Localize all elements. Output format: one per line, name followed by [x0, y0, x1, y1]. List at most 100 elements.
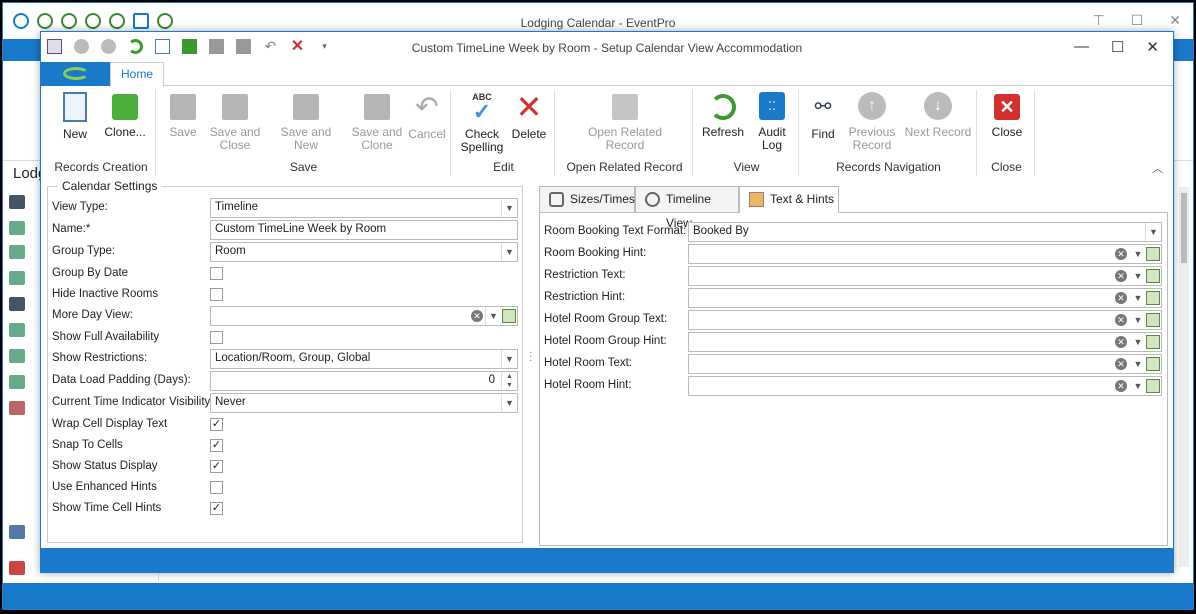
show-full-availability-checkbox[interactable]: [210, 331, 223, 344]
pin-icon[interactable]: [9, 561, 25, 575]
view-type-select[interactable]: Timeline ▼: [210, 198, 518, 218]
tab-home[interactable]: Home: [110, 62, 164, 87]
use-enhanced-hints-checkbox[interactable]: [210, 481, 223, 494]
file-tab[interactable]: [41, 62, 110, 86]
hotel-room-text-field[interactable]: ✕ ▼: [688, 354, 1162, 374]
edit-list-icon[interactable]: [1146, 313, 1160, 327]
outer-scrollbar[interactable]: [1179, 187, 1189, 567]
chevron-down-icon[interactable]: ▼: [501, 243, 517, 261]
new-button[interactable]: New: [55, 92, 95, 141]
chevron-down-icon[interactable]: ▼: [1131, 377, 1145, 395]
find-button[interactable]: ⚯ Find: [805, 92, 841, 141]
restore-icon[interactable]: ⊤: [1093, 12, 1105, 29]
binoculars-icon[interactable]: [9, 195, 25, 209]
chevron-down-icon[interactable]: ▼: [1131, 245, 1145, 263]
calendar-icon[interactable]: [9, 221, 25, 235]
ribbon-group-save: Save Save and Close Save and New Save an…: [157, 90, 451, 176]
edit-list-icon[interactable]: [502, 309, 516, 323]
edit-list-icon[interactable]: [1146, 335, 1160, 349]
clear-icon[interactable]: ✕: [1115, 270, 1127, 282]
restriction-hint-field[interactable]: ✕ ▼: [688, 288, 1162, 308]
chevron-down-icon[interactable]: ▼: [1131, 333, 1145, 351]
maximize-icon[interactable]: ☐: [1111, 38, 1124, 56]
save-button[interactable]: Save: [163, 92, 203, 139]
data-load-padding-spinner[interactable]: 0 ▲ ▼: [210, 371, 518, 391]
room-booking-text-format-select[interactable]: Booked By ▼: [688, 222, 1162, 242]
open-related-record-button[interactable]: Open Related Record: [577, 92, 673, 152]
more-day-view-select[interactable]: ✕ ▼: [210, 306, 518, 326]
close-icon[interactable]: ✕: [1146, 38, 1159, 56]
chevron-down-icon[interactable]: ▼: [1131, 267, 1145, 285]
grid-icon[interactable]: [9, 349, 25, 363]
edit-list-icon[interactable]: [1146, 357, 1160, 371]
calendar-icon[interactable]: [9, 245, 25, 259]
clone-button[interactable]: Clone...: [99, 92, 151, 139]
chevron-down-icon[interactable]: ▼: [485, 307, 501, 325]
clear-icon[interactable]: ✕: [1115, 314, 1127, 326]
tab-sizes-times[interactable]: Sizes/Times: [539, 186, 635, 212]
scrollbar-thumb[interactable]: [1181, 193, 1187, 263]
refresh-button[interactable]: Refresh: [701, 92, 745, 139]
chevron-down-icon[interactable]: ▼: [501, 394, 517, 412]
restriction-text-field[interactable]: ✕ ▼: [688, 266, 1162, 286]
binoculars-icon[interactable]: [9, 297, 25, 311]
maximize-icon[interactable]: ☐: [1131, 12, 1144, 29]
chevron-down-icon[interactable]: ▼: [1131, 311, 1145, 329]
room-booking-text-format-row: Room Booking Text Format: Booked By ▼: [544, 222, 1164, 242]
edit-list-icon[interactable]: [1146, 291, 1160, 305]
clear-icon[interactable]: ✕: [1115, 292, 1127, 304]
next-record-button[interactable]: ↓ Next Record: [903, 92, 973, 139]
chevron-down-icon[interactable]: ▼: [1145, 223, 1161, 241]
current-time-indicator-select[interactable]: Never ▼: [210, 393, 518, 413]
collapse-ribbon-icon[interactable]: ︿: [1152, 160, 1163, 176]
show-restrictions-select[interactable]: Location/Room, Group, Global ▼: [210, 349, 518, 369]
hotel-room-hint-field[interactable]: ✕ ▼: [688, 376, 1162, 396]
save-and-clone-button[interactable]: Save and Clone: [347, 92, 407, 152]
wrap-cell-display-text-checkbox[interactable]: ✓: [210, 418, 223, 431]
hotel-room-group-text-field[interactable]: ✕ ▼: [688, 310, 1162, 330]
edit-list-icon[interactable]: [1146, 379, 1160, 393]
check-spelling-button[interactable]: ABC ✓ Check Spelling: [459, 92, 505, 154]
clear-icon[interactable]: ✕: [1115, 380, 1127, 392]
hotel-room-group-hint-field[interactable]: ✕ ▼: [688, 332, 1162, 352]
edit-list-icon[interactable]: [1146, 269, 1160, 283]
setup-dialog: ↶ ✕ ▾ Custom TimeLine Week by Room - Set…: [40, 31, 1174, 573]
close-button[interactable]: ✕ Close: [985, 92, 1029, 139]
close-icon[interactable]: ✕: [1169, 12, 1181, 29]
calendar-icon[interactable]: [9, 271, 25, 285]
tab-text-hints[interactable]: Text & Hints: [739, 186, 839, 213]
hide-inactive-rooms-checkbox[interactable]: [210, 288, 223, 301]
room-booking-hint-field[interactable]: ✕ ▼: [688, 244, 1162, 264]
show-status-display-checkbox[interactable]: ✓: [210, 460, 223, 473]
clear-icon[interactable]: ✕: [1115, 358, 1127, 370]
chevron-down-icon[interactable]: ▼: [501, 350, 517, 368]
save-and-new-button[interactable]: Save and New: [269, 92, 343, 152]
chevron-down-icon[interactable]: ▼: [1131, 289, 1145, 307]
home-icon[interactable]: [9, 525, 25, 539]
cancel-button[interactable]: ↶ Cancel: [407, 92, 447, 141]
snap-to-cells-row: Snap To Cells ✓: [52, 436, 518, 456]
chevron-down-icon[interactable]: ▼: [1131, 355, 1145, 373]
save-and-close-button[interactable]: Save and Close: [209, 92, 261, 152]
previous-record-button[interactable]: ↑ Previous Record: [847, 92, 897, 152]
clear-icon[interactable]: ✕: [1115, 248, 1127, 260]
spinner-arrows-icon[interactable]: ▲ ▼: [501, 372, 517, 390]
tab-timeline-view[interactable]: Timeline View: [635, 186, 739, 230]
audit-log-button[interactable]: ⁚⁚ Audit Log: [751, 92, 793, 152]
name-field[interactable]: Custom TimeLine Week by Room: [210, 220, 518, 240]
edit-list-icon[interactable]: [1146, 247, 1160, 261]
calendar-icon[interactable]: [9, 401, 25, 415]
battery-icon[interactable]: [9, 375, 25, 389]
grid-icon[interactable]: [9, 323, 25, 337]
group-label: Close: [991, 160, 1022, 174]
clear-icon[interactable]: ✕: [471, 310, 483, 322]
snap-to-cells-checkbox[interactable]: ✓: [210, 439, 223, 452]
clear-icon[interactable]: ✕: [1115, 336, 1127, 348]
splitter-handle[interactable]: · · ·: [529, 348, 535, 366]
group-by-date-checkbox[interactable]: [210, 267, 223, 280]
chevron-down-icon[interactable]: ▼: [501, 199, 517, 217]
show-time-cell-hints-checkbox[interactable]: ✓: [210, 502, 223, 515]
minimize-icon[interactable]: —: [1074, 38, 1089, 56]
delete-button[interactable]: ✕ Delete: [509, 91, 549, 141]
group-type-select[interactable]: Room ▼: [210, 242, 518, 262]
